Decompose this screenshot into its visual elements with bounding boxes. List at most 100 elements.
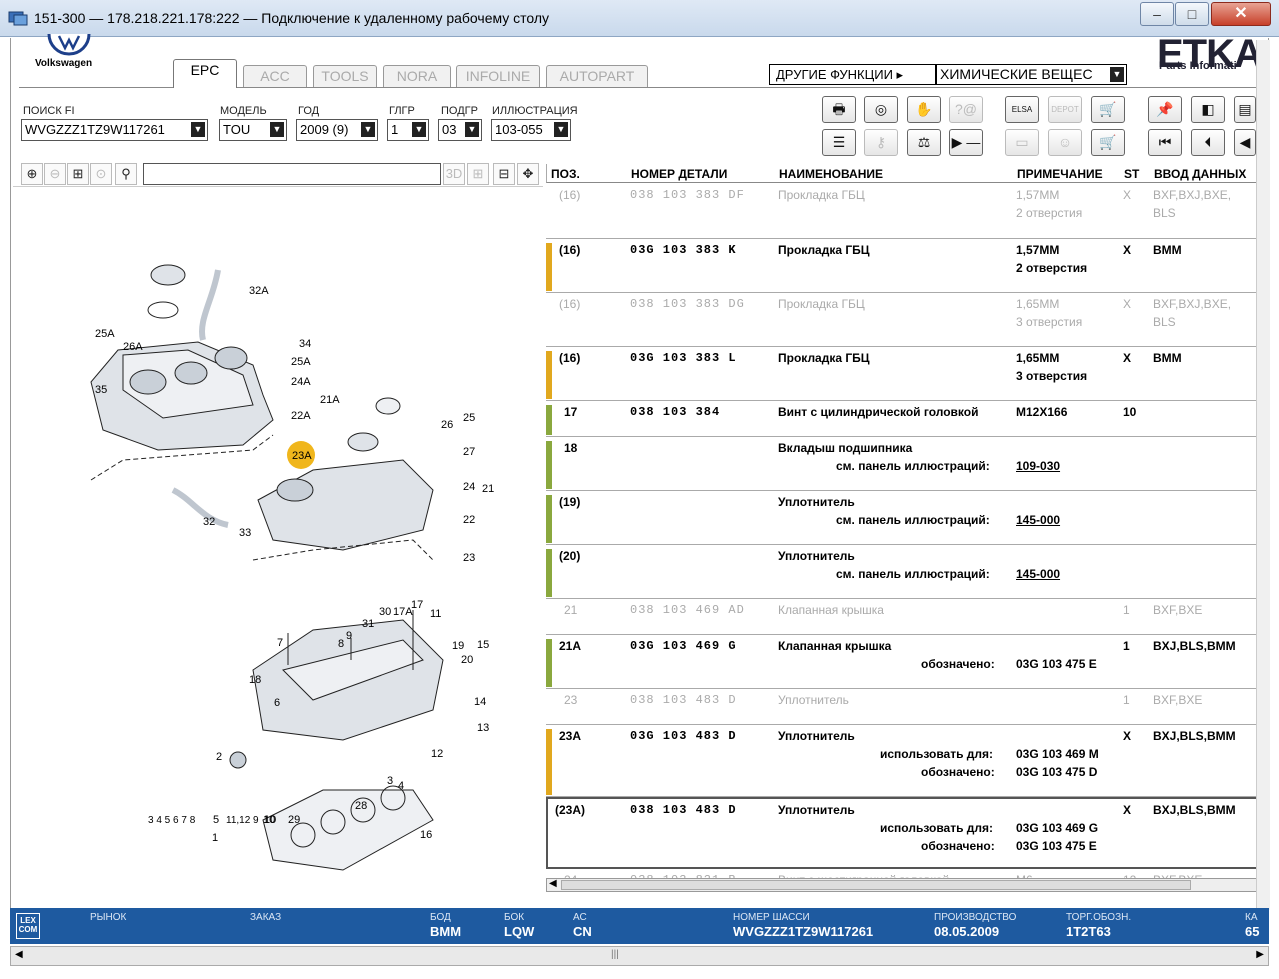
pin-button[interactable]: 📌 (1148, 96, 1182, 123)
other-functions-menu[interactable]: ДРУГИЕ ФУНКЦИИ ▸ (769, 64, 936, 85)
illustration-search-input[interactable] (143, 163, 441, 185)
table-horizontal-scrollbar[interactable]: ◀ (546, 878, 1262, 892)
name-cell: Прокладка ГБЦ (778, 188, 865, 202)
first-button[interactable]: ⏮ (1148, 129, 1182, 156)
hg-value: 1 (391, 122, 399, 137)
zoom-in-button[interactable]: ⊕ (21, 163, 43, 185)
model-select[interactable]: TOU ▼ (219, 119, 287, 141)
prev-button[interactable]: ⏴ (1191, 129, 1225, 156)
table-row[interactable]: 23A 03G 103 483 D Уплотнитель использова… (546, 725, 1262, 797)
tab-acc[interactable]: ACC (243, 65, 307, 87)
callout: 26 (441, 419, 453, 431)
table-row[interactable]: 21 038 103 469 AD Клапанная крышка 1 BXF… (546, 599, 1262, 635)
table-row[interactable]: (16) 03G 103 383 K Прокладка ГБЦ 1,57MM … (546, 239, 1262, 293)
compare-button[interactable]: ▭ (1005, 129, 1039, 156)
table-row[interactable]: (19) Уплотнитель см. панель иллюстраций:… (546, 491, 1262, 545)
sub-value: 03G 103 469 M (1016, 747, 1099, 761)
illustration-link[interactable]: 109-030 (1016, 457, 1060, 475)
prev-page-button[interactable]: ◧ (1191, 96, 1225, 123)
pos-cell: 23A (559, 729, 582, 743)
remote-horizontal-scrollbar[interactable]: ◀ ||| ▶ (10, 946, 1269, 966)
disk-button[interactable]: ◎ (864, 96, 898, 123)
layout-button[interactable]: ⊞ (467, 163, 489, 185)
illustration-link[interactable]: 145-000 (1016, 511, 1060, 529)
handshake-button[interactable]: ✋ (907, 96, 941, 123)
search-fi-field[interactable]: WVGZZZ1TZ9W117261 ▼ (21, 119, 208, 141)
scale-icon: ⚖ (917, 134, 931, 150)
table-row[interactable]: (20) Уплотнитель см. панель иллюстраций:… (546, 545, 1262, 599)
name-cell: Уплотнитель (778, 549, 855, 563)
search-fi-label: ПОИСК FI (23, 105, 75, 117)
table-row[interactable]: (16) 038 103 383 DF Прокладка ГБЦ 1,57MM… (546, 184, 1262, 239)
scroll-left-icon[interactable]: ◀ (549, 878, 557, 889)
table-row[interactable]: (16) 038 103 383 DG Прокладка ГБЦ 1,65MM… (546, 293, 1262, 347)
zoom-out-button[interactable]: ⊖ (44, 163, 66, 185)
tab-infoline[interactable]: INFOLINE (456, 65, 540, 87)
print-button[interactable]: 🖶 (822, 96, 856, 123)
close-button[interactable]: ✕ (1211, 2, 1271, 26)
data-cell: BXJ,BLS,BMM (1153, 639, 1236, 653)
chevron-down-icon: ▼ (465, 122, 479, 137)
window-vertical-scrollbar[interactable] (1256, 40, 1270, 910)
chevron-down-icon: ▼ (412, 122, 426, 137)
vw-brand-label: Volkswagen (35, 58, 93, 69)
year-select[interactable]: 2009 (9) ▼ (296, 119, 378, 141)
elsa-button[interactable]: ELSA (1005, 96, 1039, 123)
elsa-icon: ELSA (1011, 105, 1033, 114)
cart-in-button[interactable]: 🛒 (1091, 96, 1125, 123)
pos-cell: 21A (559, 639, 582, 653)
table-row[interactable]: 23 038 103 483 D Уплотнитель 1 BXF,BXE (546, 689, 1262, 725)
depot-button[interactable]: DEPOT (1048, 96, 1082, 123)
list-button[interactable]: ☰ (822, 129, 856, 156)
3d-button[interactable]: 3D (443, 163, 465, 185)
table-row[interactable]: 17 038 103 384 Винт с цилиндрической гол… (546, 401, 1262, 437)
magnifier-button[interactable]: ⚲ (115, 163, 137, 185)
chassis-value: WVGZZZ1TZ9W117261 (733, 924, 874, 939)
scroll-right-icon[interactable]: ▶ (1256, 949, 1264, 960)
note-cell: 1,65MM (1016, 351, 1060, 365)
tab-autopart[interactable]: AUTOPART (546, 65, 648, 87)
cart-button[interactable]: 🛒 (1091, 129, 1125, 156)
callout: 14 (474, 696, 486, 708)
play-minus-button[interactable]: ▶ — (949, 129, 983, 156)
zoom-fit-button[interactable]: ⊞ (67, 163, 89, 185)
callout: 20 (461, 654, 473, 666)
part-cell: 038 103 383 DG (630, 297, 745, 311)
person-button[interactable]: ☺ (1048, 129, 1082, 156)
hg-select[interactable]: 1 ▼ (387, 119, 429, 141)
callout: 33 (239, 527, 251, 539)
part-cell: 038 103 483 D (630, 803, 737, 817)
scroll-thumb[interactable] (561, 880, 1191, 890)
move-button[interactable]: ✥ (517, 163, 539, 185)
st-cell: X (1123, 188, 1132, 202)
exploded-parts-illustration[interactable]: 32A 25A 26A 34 25A 24A 21A 22A 23A 35 25… (13, 190, 541, 890)
cut-label: КА (1245, 912, 1258, 923)
callout: 11 (430, 608, 441, 620)
illustration-select[interactable]: 103-055 ▼ (491, 119, 571, 141)
illustration-link[interactable]: 145-000 (1016, 565, 1060, 583)
minimize-button[interactable]: – (1140, 2, 1174, 26)
table-row-selected[interactable]: (23A) 038 103 483 D Уплотнитель использо… (546, 797, 1262, 869)
note-cell: M12X166 (1016, 405, 1068, 419)
sub-label: использовать для: (880, 747, 994, 761)
key-button[interactable]: ⚷ (864, 129, 898, 156)
tab-nora[interactable]: NORA (383, 65, 451, 87)
scale-button[interactable]: ⚖ (907, 129, 941, 156)
ug-value: 03 (442, 122, 457, 137)
scroll-left-icon[interactable]: ◀ (15, 949, 23, 960)
table-row[interactable]: (16) 03G 103 383 L Прокладка ГБЦ 1,65MM … (546, 347, 1262, 401)
maximize-button[interactable]: □ (1175, 2, 1209, 26)
trade-label: ТОРГ.ОБОЗН. (1066, 912, 1132, 923)
tab-tools[interactable]: TOOLS (313, 65, 377, 87)
find-button[interactable]: ?@ (949, 96, 983, 123)
ug-select[interactable]: 03 ▼ (438, 119, 482, 141)
zoom-100-button[interactable]: ⊙ (90, 163, 112, 185)
tab-epc[interactable]: EPC (173, 59, 237, 88)
split-view-button[interactable]: ⊟ (493, 163, 515, 185)
scroll-grip-icon[interactable]: ||| (611, 949, 619, 960)
doc-button[interactable]: ▤ (1234, 96, 1256, 123)
chemicals-select[interactable]: ХИМИЧЕСКИЕ ВЕЩЕС ▼ (936, 64, 1127, 85)
table-row[interactable]: 18 Вкладыш подшипника см. панель иллюстр… (546, 437, 1262, 491)
table-row[interactable]: 21A 03G 103 469 G Клапанная крышка обозн… (546, 635, 1262, 689)
back-button[interactable]: ◀ (1234, 129, 1256, 156)
